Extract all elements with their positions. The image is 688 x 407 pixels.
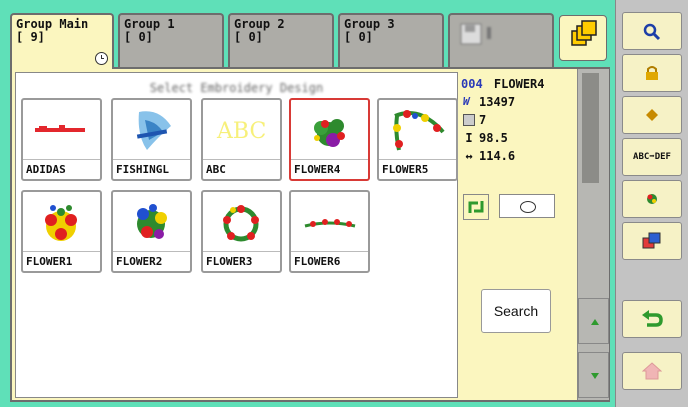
flower2-image [137,204,167,239]
arrow-up-icon [591,319,599,325]
design-thumb-flower1[interactable]: FLOWER1 [21,190,102,273]
design-height: 98.5 [479,131,508,145]
design-number: 004 [461,77,483,91]
design-thumb-abc[interactable]: ABC ABC [201,98,282,181]
flower6-image [304,219,356,228]
adidas-logo [35,125,85,132]
design-label: FLOWER3 [203,251,280,271]
stack-icon [571,20,597,46]
copy-icon [642,232,661,249]
rename-button[interactable]: ABC➡DEF [622,138,682,176]
flower-icon [647,194,657,204]
color-count: 7 [479,113,487,127]
main-panel: Select Embroidery Design ADIDAS FISHINGL… [10,67,610,402]
flower3-image [223,205,259,242]
design-thumb-flower2[interactable]: FLOWER2 [111,190,192,273]
stitch-count: 13497 [479,95,516,109]
design-list: Select Embroidery Design ADIDAS FISHINGL… [15,72,458,398]
tab-group-2[interactable]: Group 2 [ 0] [228,13,334,67]
select-group-button[interactable] [559,15,607,61]
design-label: FISHINGL [113,159,190,179]
arrow-down-icon [591,373,599,379]
diamond-icon [646,109,658,121]
tab-count: [ 0] [344,30,373,44]
svg-text:ABC: ABC [216,119,266,144]
color-count-icon [463,114,475,126]
search-button[interactable]: Search [481,289,551,333]
side-toolbar: ABC➡DEF [615,0,688,407]
back-button[interactable] [622,300,682,338]
tab-count: [ 0] [124,30,153,44]
lock-icon [646,66,658,80]
flower-button[interactable] [622,180,682,218]
design-thumb-fishingl[interactable]: FISHINGL [111,98,192,181]
list-title: Select Embroidery Design [149,81,324,95]
zoom-button[interactable] [622,12,682,50]
floppy-icon [460,23,491,45]
tab-group-1[interactable]: Group 1 [ 0] [118,13,224,67]
point-button[interactable] [622,96,682,134]
design-thumb-flower3[interactable]: FLOWER3 [201,190,282,273]
back-arrow-icon [642,310,663,327]
design-thumb-adidas[interactable]: ADIDAS [21,98,102,181]
design-label: ABC [203,159,280,179]
flower1-image [45,205,77,241]
clock-icon [95,52,108,65]
tab-group-3[interactable]: Group 3 [ 0] [338,13,444,67]
design-label: FLOWER2 [113,251,190,271]
design-thumb-flower6[interactable]: FLOWER6 [289,190,370,273]
scroll-down-button[interactable] [578,352,609,398]
tab-count: [ 0] [234,30,263,44]
design-label: FLOWER6 [291,251,368,271]
scrollbar-thumb[interactable] [582,73,599,183]
design-label: ADIDAS [23,159,100,179]
rotate-icon [468,201,484,213]
design-thumb-flower5[interactable]: FLOWER5 [377,98,458,181]
tab-floppy[interactable] [448,13,554,67]
orientation-button[interactable] [463,194,489,220]
abc-def-icon: ABC➡DEF [633,152,671,162]
flower4-image [314,119,345,147]
copy-button[interactable] [622,222,682,260]
hoop-shape-indicator [499,194,555,218]
magnifier-icon [643,23,661,41]
design-thumb-flower4[interactable]: FLOWER4 [289,98,370,181]
width-icon: ↔ [465,149,473,163]
tab-group-main[interactable]: Group Main [ 9] [10,13,114,69]
scrollbar[interactable] [577,69,609,400]
home-button[interactable] [622,352,682,390]
design-name: FLOWER4 [493,77,545,91]
height-icon: I [465,131,473,145]
lock-button[interactable] [622,54,682,92]
tab-count: [ 9] [16,30,45,44]
fishing-image [136,111,171,150]
scroll-up-button[interactable] [578,298,609,344]
flower5-image [393,110,445,151]
design-label: FLOWER1 [23,251,100,271]
design-label: FLOWER4 [291,159,368,179]
design-width: 114.6 [479,149,516,163]
stitch-count-icon: W [463,95,470,108]
abc-image: ABC [216,119,266,144]
design-info-panel: 004 FLOWER4 W 13497 7 I 98.5 ↔ 114.6 [461,72,576,398]
design-label: FLOWER5 [379,159,456,179]
info-number-row: 004 FLOWER4 [461,76,545,92]
home-icon [641,362,663,380]
